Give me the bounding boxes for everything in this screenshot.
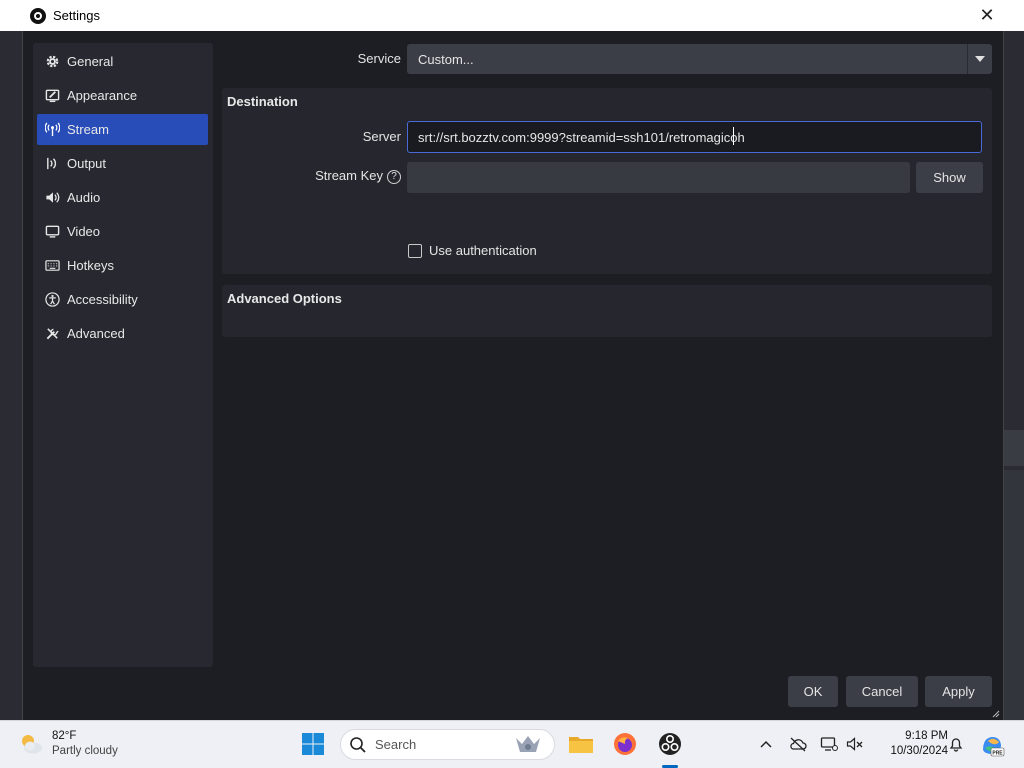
text-cursor-icon	[733, 127, 739, 145]
search-placeholder: Search	[375, 737, 417, 752]
stream-key-input[interactable]	[407, 162, 910, 193]
search-highlight-icon	[516, 735, 540, 752]
show-key-button[interactable]: Show	[916, 162, 983, 193]
background-window-left-edge	[0, 0, 22, 720]
sidebar-item-label: Stream	[67, 122, 109, 137]
sidebar-item-hotkeys[interactable]: Hotkeys	[37, 250, 208, 281]
sidebar-item-label: Advanced	[67, 326, 125, 341]
monitor-icon	[44, 224, 60, 240]
obs-taskbar-icon[interactable]	[657, 731, 683, 757]
advanced-options-group[interactable]: Advanced Options	[222, 285, 992, 337]
output-icon	[44, 156, 60, 172]
stream-key-label: Stream Key	[315, 168, 383, 183]
chevron-up-icon[interactable]	[757, 735, 775, 753]
help-icon[interactable]: ?	[387, 169, 401, 184]
speaker-icon	[44, 190, 60, 206]
weather-condition: Partly cloudy	[52, 745, 118, 757]
apply-button[interactable]: Apply	[925, 676, 992, 707]
cancel-button[interactable]: Cancel	[846, 676, 918, 707]
close-button[interactable]: ✕	[976, 4, 998, 26]
weather-widget[interactable]: 82°F Partly cloudy	[18, 729, 118, 759]
ok-button[interactable]: OK	[788, 676, 838, 707]
clock-date: 10/30/2024	[890, 745, 948, 757]
gear-icon	[44, 54, 60, 70]
sidebar-item-appearance[interactable]: Appearance	[37, 80, 208, 111]
sidebar-item-output[interactable]: Output	[37, 148, 208, 179]
appearance-icon	[44, 88, 60, 104]
weather-temp: 82°F	[52, 730, 77, 742]
window-title: Settings	[53, 8, 100, 23]
background-window-right-edge	[1002, 0, 1024, 768]
server-value: srt://srt.bozztv.com:9999?streamid=ssh10…	[418, 129, 745, 145]
server-input[interactable]: srt://srt.bozztv.com:9999?streamid=ssh10…	[407, 121, 982, 153]
background-dropdown	[1004, 430, 1024, 466]
sidebar-item-label: Hotkeys	[67, 258, 114, 273]
service-label: Service	[357, 51, 401, 66]
network-icon[interactable]	[820, 735, 838, 753]
sidebar-item-label: Output	[67, 156, 107, 171]
volume-muted-icon[interactable]	[846, 735, 864, 753]
sidebar-item-label: General	[67, 54, 114, 69]
tools-icon	[44, 326, 60, 342]
service-value: Custom...	[418, 51, 474, 67]
sidebar-item-accessibility[interactable]: Accessibility	[37, 284, 208, 315]
title-bar: Settings ✕	[0, 0, 1024, 31]
cloud-offline-icon[interactable]	[789, 735, 807, 753]
taskbar-clock[interactable]: 9:18 PM 10/30/2024	[872, 729, 948, 759]
advanced-options-title: Advanced Options	[227, 291, 342, 306]
sidebar-item-advanced[interactable]: Advanced	[37, 318, 208, 349]
chevron-down-icon	[967, 44, 992, 74]
settings-sidebar: General Appearance Stream Output Audio V…	[33, 43, 213, 667]
sidebar-item-general[interactable]: General	[37, 46, 208, 77]
use-authentication-checkbox[interactable]	[408, 244, 422, 258]
taskbar-search[interactable]: Search	[340, 729, 555, 760]
copilot-icon[interactable]: PRE	[979, 732, 1005, 758]
clock-time: 9:18 PM	[905, 730, 948, 742]
svg-text:PRE: PRE	[992, 750, 1003, 756]
taskbar: 82°F Partly cloudy Search 9:18 PM 10/30/…	[0, 720, 1024, 768]
destination-title: Destination	[227, 94, 298, 109]
keyboard-icon	[44, 258, 60, 274]
notification-bell-icon[interactable]	[947, 735, 965, 753]
resize-grip-icon[interactable]	[990, 708, 1000, 718]
sidebar-item-label: Appearance	[67, 88, 138, 103]
obs-logo-icon	[30, 7, 46, 24]
sidebar-item-label: Accessibility	[67, 292, 138, 307]
partly-cloudy-icon	[18, 731, 44, 757]
use-authentication-label[interactable]: Use authentication	[429, 243, 537, 258]
file-explorer-icon[interactable]	[568, 731, 594, 757]
sidebar-item-stream[interactable]: Stream	[37, 114, 208, 145]
search-icon	[350, 736, 366, 753]
sidebar-item-audio[interactable]: Audio	[37, 182, 208, 213]
broadcast-icon	[44, 122, 60, 138]
firefox-icon[interactable]	[612, 731, 638, 757]
sidebar-item-video[interactable]: Video	[37, 216, 208, 247]
windows-start-icon[interactable]	[300, 731, 326, 757]
sidebar-item-label: Audio	[67, 190, 101, 205]
accessibility-icon	[44, 292, 60, 308]
sidebar-item-label: Video	[67, 224, 101, 239]
service-dropdown[interactable]: Custom...	[407, 44, 992, 74]
stream-key-label-wrap: Stream Key?	[280, 168, 401, 184]
server-label: Server	[362, 129, 401, 144]
